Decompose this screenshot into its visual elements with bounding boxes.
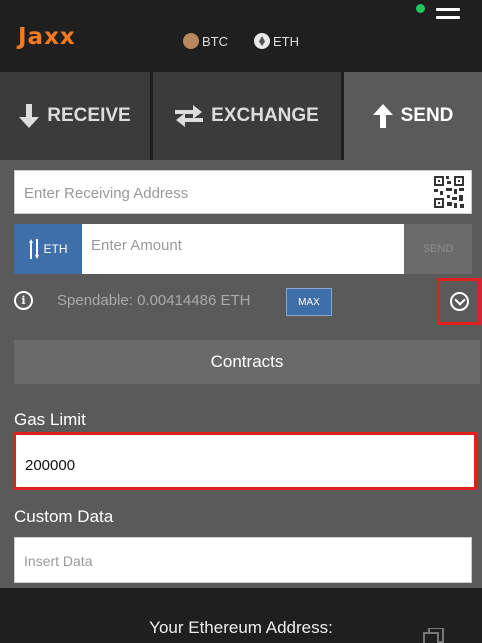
custom-data-label: Custom Data: [14, 507, 114, 526]
swap-vertical-icon: [28, 239, 39, 259]
advanced-options-highlight: [437, 278, 481, 325]
arrow-up-icon: [372, 104, 393, 128]
address-footer: Your Ethereum Address:: [0, 588, 482, 643]
contracts-button[interactable]: Contracts: [14, 340, 480, 384]
exchange-arrows-icon: [175, 105, 204, 127]
custom-data-placeholder: Insert Data: [24, 553, 93, 569]
ethereum-address-title: Your Ethereum Address:: [149, 618, 333, 637]
arrow-down-icon: [19, 104, 40, 128]
chevron-down-circle-icon[interactable]: [450, 292, 469, 311]
spendable-balance: Spendable: 0.00414486 ETH: [57, 292, 251, 309]
receiving-address-placeholder: Enter Receiving Address: [24, 185, 189, 202]
amount-row: ETH Enter Amount SEND: [14, 224, 472, 274]
amount-input[interactable]: Enter Amount: [91, 237, 182, 254]
tab-exchange[interactable]: EXCHANGE: [153, 72, 341, 160]
coin-eth[interactable]: ETH: [254, 33, 299, 49]
send-button[interactable]: SEND: [404, 224, 472, 274]
coin-btc-label: BTC: [202, 33, 228, 49]
currency-toggle-button[interactable]: ETH: [14, 224, 82, 274]
tab-exchange-label: EXCHANGE: [211, 105, 319, 126]
bitcoin-icon: [183, 33, 199, 49]
gas-limit-value: 200000: [25, 457, 76, 474]
currency-label: ETH: [43, 242, 68, 256]
status-dot-icon: [416, 4, 425, 13]
coin-eth-label: ETH: [273, 33, 299, 49]
custom-data-input[interactable]: Insert Data: [14, 537, 472, 583]
gas-limit-label: Gas Limit: [14, 410, 86, 429]
ethereum-icon: [254, 33, 270, 49]
qr-code-icon[interactable]: [433, 175, 465, 209]
wallet-tabs: RECEIVE EXCHANGE SEND: [0, 72, 482, 160]
jaxx-logo: Jaxx: [18, 24, 76, 50]
app-header: Jaxx BTC ETH: [0, 0, 482, 72]
hamburger-menu-icon[interactable]: [436, 8, 460, 25]
max-button[interactable]: MAX: [286, 288, 332, 316]
tab-send-label: SEND: [400, 105, 454, 126]
tab-receive[interactable]: RECEIVE: [0, 72, 150, 160]
tab-send[interactable]: SEND: [344, 72, 482, 160]
copy-icon[interactable]: [423, 628, 447, 643]
receiving-address-input[interactable]: Enter Receiving Address: [14, 170, 472, 214]
gas-limit-input[interactable]: 200000: [13, 432, 477, 490]
coin-btc[interactable]: BTC: [183, 33, 228, 49]
info-icon[interactable]: i: [14, 291, 33, 310]
tab-receive-label: RECEIVE: [47, 105, 131, 126]
